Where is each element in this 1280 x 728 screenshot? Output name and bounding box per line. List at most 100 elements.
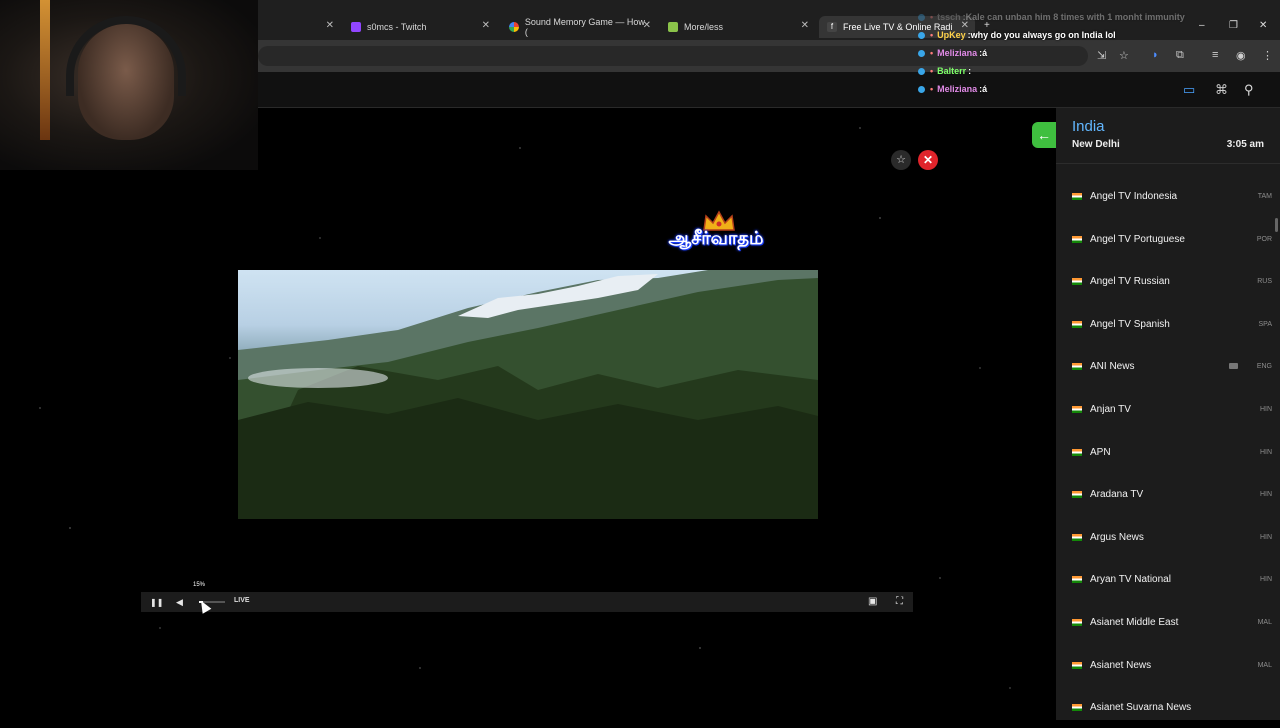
channel-name: Aradana TV [1090,488,1144,500]
channel-logo-text: ஆசீர்வாதம் [668,228,764,249]
india-flag-icon [1072,618,1082,626]
channel-name: Angel TV Spanish [1090,318,1170,330]
chat-text: á [982,48,988,58]
channel-language: ENG [1256,362,1272,370]
india-flag-icon [1072,575,1082,583]
chat-message: • tssch : Kale can unban him 8 times with… [918,8,1258,26]
chat-badge-icon [918,67,925,75]
window-close-button[interactable]: ✕ [1259,20,1267,31]
chat-username[interactable]: Meliziana [937,84,977,94]
india-flag-icon [1072,490,1082,498]
back-button[interactable]: ← [1032,122,1056,148]
india-flag-icon [1072,277,1082,285]
channel-row[interactable]: Aradana TV HIN [1056,473,1272,515]
channel-row[interactable]: Asianet News MAL [1056,644,1272,686]
channel-row[interactable]: Angel TV Spanish SPA [1056,303,1272,345]
chat-username[interactable]: Balterr [937,66,966,76]
chat-dot-icon: • [930,12,934,22]
channel-language: HIN [1259,448,1272,456]
country-title: India [1072,118,1105,135]
channel-language: MAL [1257,618,1272,626]
fullscreen-icon[interactable]: ⛶ [896,596,903,607]
player-controls [141,592,913,612]
india-flag-icon [1072,320,1082,328]
webcam-overlay [0,0,258,170]
live-label: LIVE [234,597,250,604]
chat-dot-icon: • [930,66,934,76]
menu-kebab-icon[interactable]: ⋮ [1262,49,1273,62]
site-icon: f [827,22,837,32]
channel-row[interactable]: Angel TV Portuguese POR [1056,218,1272,260]
channel-row[interactable]: Angel TV Russian RUS [1056,260,1272,302]
channel-language: MAL [1257,661,1272,669]
picture-in-picture-icon[interactable]: ▣ [868,596,877,607]
close-player-button[interactable]: ✕ [918,150,938,170]
channel-language: RUS [1257,277,1272,285]
site-icon [668,22,678,32]
channel-name: Angel TV Russian [1090,275,1170,287]
channel-name: Asianet Middle East [1090,616,1179,628]
scrollbar[interactable] [1275,218,1278,232]
stream-chat-overlay: • tssch : Kale can unban him 8 times with… [918,8,1258,98]
channel-language: SPA [1258,320,1273,328]
volume-icon[interactable]: ◀ [176,597,183,608]
video-frame[interactable] [238,270,818,519]
channel-name: Angel TV Portuguese [1090,233,1185,245]
india-flag-icon [1072,192,1082,200]
chat-username[interactable]: tssch [937,12,961,22]
tab-label: More/less [684,22,724,32]
channel-row[interactable]: Asianet Middle East MAL [1056,601,1272,643]
india-flag-icon [1072,533,1082,541]
india-flag-icon [1072,448,1082,456]
channel-language: TAM [1257,192,1272,200]
channel-row[interactable]: Anjan TV HIN [1056,388,1272,430]
close-icon[interactable]: ✕ [801,20,809,31]
channel-language: POR [1256,235,1272,243]
browser-tab-sound-memory[interactable]: Sound Memory Game — How ( ✕ [501,16,657,38]
chat-message: • UpKey : why do you always go on India l… [918,26,1258,44]
channel-name: Asianet Suvarna News [1090,701,1192,713]
chat-username[interactable]: Meliziana [937,48,977,58]
channel-name: ANI News [1090,360,1135,372]
chat-username[interactable]: UpKey [937,30,966,40]
channel-name: Argus News [1090,531,1144,543]
channel-language: HIN [1259,405,1272,413]
channel-language: HIN [1259,575,1272,583]
browser-tab-twitch[interactable]: s0mcs - Twitch ✕ [343,16,496,38]
channel-row[interactable]: Argus News HIN [1056,516,1272,558]
india-flag-icon [1072,405,1082,413]
chat-text: Kale can unban him 8 times with 1 monht … [965,12,1185,22]
chat-badge-icon [918,85,925,93]
india-flag-icon [1072,703,1082,711]
tab-label: Sound Memory Game — How ( [524,17,645,37]
city-label: New Delhi [1072,139,1120,150]
channel-row[interactable]: APN HIN [1056,431,1272,473]
india-flag-icon [1072,661,1082,669]
browser-tab[interactable]: ✕ [258,16,340,38]
tab-label: s0mcs - Twitch [367,22,427,32]
chat-message: • Balterr : [918,62,1258,80]
channel-name: Asianet News [1090,659,1152,671]
close-icon[interactable]: ✕ [482,20,490,31]
channel-name: Anjan TV [1090,403,1131,415]
india-flag-icon [1072,362,1082,370]
channel-row[interactable]: Aryan TV National HIN [1056,558,1272,600]
channel-name: Angel TV Indonesia [1090,190,1178,202]
pause-icon[interactable]: ❚❚ [150,598,163,607]
channel-row[interactable]: ANI News ENG [1056,345,1272,387]
browser-tab-more-less[interactable]: More/less ✕ [660,16,815,38]
close-icon[interactable]: ✕ [326,20,334,31]
close-icon[interactable]: ✕ [643,20,651,31]
favorite-star-icon[interactable]: ☆ [891,150,911,170]
divider [1056,163,1280,164]
chat-separator: : [968,66,972,76]
channel-row[interactable]: Angel TV Indonesia TAM [1056,175,1272,217]
chat-badge-icon [918,13,925,21]
chat-message: • Meliziana : á [918,80,1258,98]
india-flag-icon [1072,235,1082,243]
chrome-icon [509,22,519,32]
chat-dot-icon: • [930,30,934,40]
chat-text: á [982,84,988,94]
channel-row[interactable]: Asianet Suvarna News [1056,686,1272,728]
chat-dot-icon: • [930,84,934,94]
